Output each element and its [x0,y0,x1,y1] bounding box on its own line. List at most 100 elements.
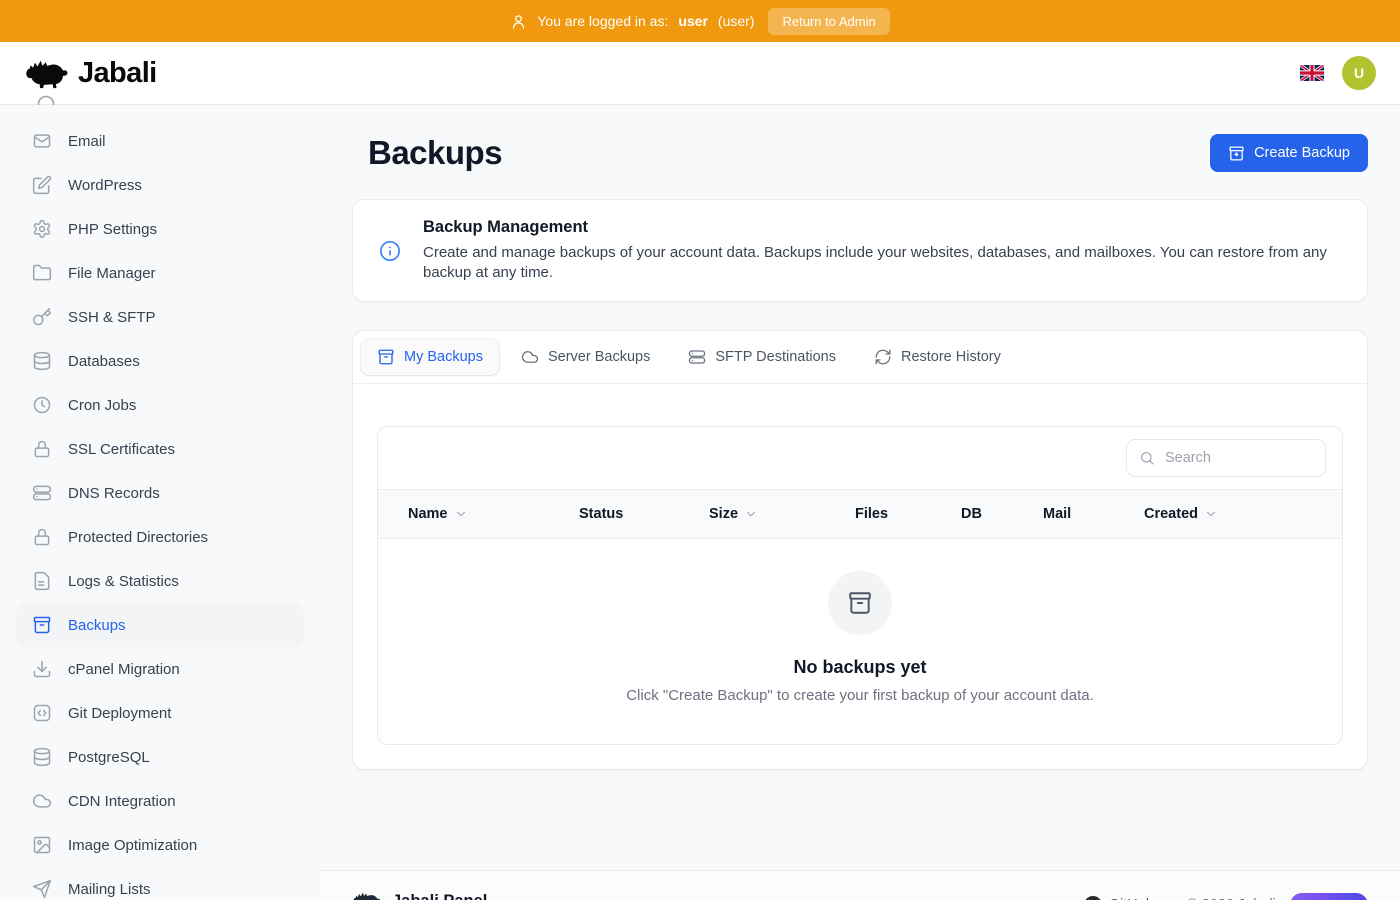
sidebar-item-file-manager[interactable]: File Manager [16,251,304,295]
archive-icon [847,590,873,616]
info-card-body: Create and manage backups of your accoun… [423,243,1341,283]
sidebar-item-label: Email [68,133,106,150]
sidebar-item-ssl-certificates[interactable]: SSL Certificates [16,427,304,471]
tab-server-backups[interactable]: Server Backups [505,339,666,375]
sidebar-item-label: Backups [68,617,126,634]
brand-name: Jabali [78,57,157,90]
code-icon [32,703,52,723]
sidebar-item-logs-statistics[interactable]: Logs & Statistics [16,559,304,603]
logged-in-username: user [678,13,708,29]
clipped-sidebar-icon [36,94,56,105]
boar-logo-icon [24,57,70,90]
search-input[interactable] [1163,449,1313,467]
github-link[interactable]: GitHub [1084,896,1154,900]
tab-label: SFTP Destinations [715,349,836,365]
sidebar-item-label: Logs & Statistics [68,573,179,590]
database-icon [32,747,52,767]
empty-state-title: No backups yet [793,657,926,678]
sidebar-item-label: cPanel Migration [68,661,180,678]
info-icon [379,240,401,262]
sidebar-item-backups[interactable]: Backups [16,603,304,647]
sidebar-item-image-optimization[interactable]: Image Optimization [16,823,304,867]
folder-icon [32,263,52,283]
tab-restore-history[interactable]: Restore History [858,339,1017,375]
sidebar-item-cdn-integration[interactable]: CDN Integration [16,779,304,823]
column-header-files: Files [855,506,961,522]
create-backup-label: Create Backup [1254,145,1350,161]
column-label: Created [1144,506,1198,522]
impersonation-banner: You are logged in as: user (user) Return… [0,0,1400,42]
download-icon [32,659,52,679]
sidebar-item-protected-directories[interactable]: Protected Directories [16,515,304,559]
empty-state: No backups yet Click "Create Backup" to … [378,539,1342,744]
sidebar-item-postgresql[interactable]: PostgreSQL [16,735,304,779]
sidebar-item-mailing-lists[interactable]: Mailing Lists [16,867,304,900]
column-header-created[interactable]: Created [1144,506,1312,522]
return-to-admin-button[interactable]: Return to Admin [768,8,889,35]
tab-label: My Backups [404,349,483,365]
table-header-row: Name Status Size Files [378,489,1342,539]
app-header: Jabali U [0,42,1400,105]
edit-icon [32,175,52,195]
cloud-icon [32,791,52,811]
sidebar-item-cpanel-migration[interactable]: cPanel Migration [16,647,304,691]
sidebar-item-label: PostgreSQL [68,749,150,766]
file-text-icon [32,571,52,591]
person-icon [510,13,527,30]
tab-label: Server Backups [548,349,650,365]
archive-icon [32,615,52,635]
sidebar-item-label: PHP Settings [68,221,157,238]
sidebar-item-label: Protected Directories [68,529,208,546]
backups-table-card: Name Status Size Files [377,426,1343,745]
column-header-mail: Mail [1043,506,1144,522]
send-icon [32,879,52,899]
column-header-db: DB [961,506,1043,522]
sidebar-item-label: SSL Certificates [68,441,175,458]
sidebar-item-cron-jobs[interactable]: Cron Jobs [16,383,304,427]
sidebar-item-php-settings[interactable]: PHP Settings [16,207,304,251]
sidebar-item-git-deployment[interactable]: Git Deployment [16,691,304,735]
sidebar-item-label: Databases [68,353,140,370]
logged-in-message: You are logged in as: user (user) [510,13,754,30]
sidebar-item-label: WordPress [68,177,142,194]
sidebar-item-wordpress[interactable]: WordPress [16,163,304,207]
create-backup-button[interactable]: Create Backup [1210,134,1368,172]
tab-label: Restore History [901,349,1001,365]
sidebar-item-email[interactable]: Email [16,119,304,163]
uk-flag-icon [1300,65,1324,81]
column-header-size[interactable]: Size [709,506,855,522]
chevron-down-icon [1204,507,1218,521]
tab-my-backups[interactable]: My Backups [361,339,499,375]
server-icon [32,483,52,503]
empty-state-icon-circle [828,571,892,635]
brand-logo[interactable]: Jabali [24,57,157,90]
avatar[interactable]: U [1342,56,1376,90]
gear-icon [32,219,52,239]
image-icon [32,835,52,855]
column-header-name[interactable]: Name [408,506,579,522]
main-content: Backups Create Backup Backup Management … [320,105,1400,900]
sidebar-item-label: Mailing Lists [68,881,151,898]
archive-icon [1228,145,1245,162]
search-box [1126,439,1326,477]
key-icon [32,307,52,327]
sidebar-item-dns-records[interactable]: DNS Records [16,471,304,515]
column-label: DB [961,506,982,522]
logged-in-role: (user) [718,13,755,29]
info-card-title: Backup Management [423,218,1341,237]
archive-icon [377,348,395,366]
sidebar-item-databases[interactable]: Databases [16,339,304,383]
sidebar-item-ssh-sftp[interactable]: SSH & SFTP [16,295,304,339]
column-label: Name [408,506,448,522]
chevron-down-icon [454,507,468,521]
boar-logo-icon [352,890,382,900]
sidebar-item-label: File Manager [68,265,156,282]
logged-in-prefix: You are logged in as: [537,13,668,29]
chevron-down-icon [744,507,758,521]
github-icon [1084,896,1102,900]
footer: Jabali Panel GitHub • © 2026 Jabali v2.0… [320,870,1400,900]
tabs-bar: My Backups Server Backups SFTP Destinati… [353,331,1367,384]
tab-sftp-destinations[interactable]: SFTP Destinations [672,339,852,375]
lock-icon [32,439,52,459]
language-flag-button[interactable] [1300,65,1324,81]
